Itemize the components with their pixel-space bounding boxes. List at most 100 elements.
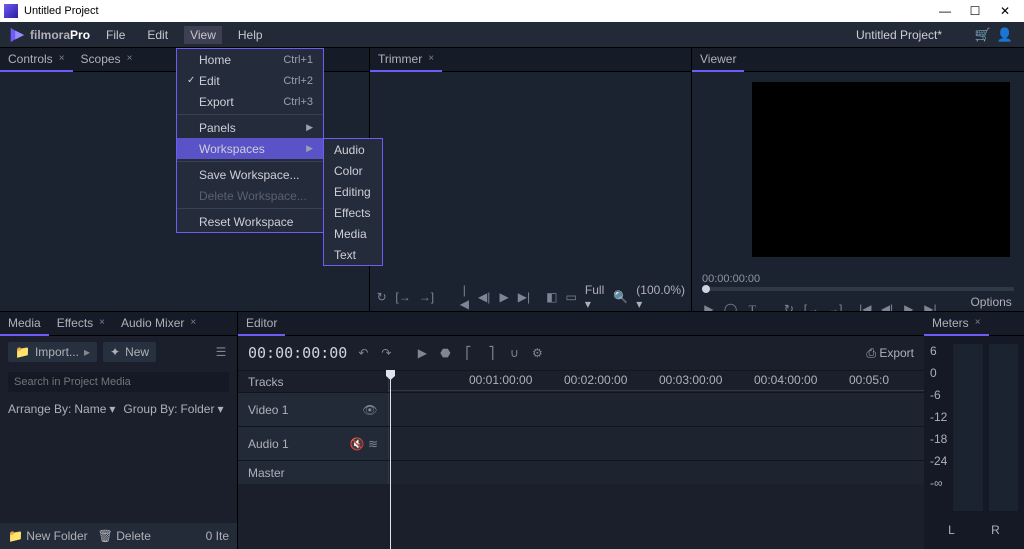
meter-bar-l xyxy=(953,344,982,511)
tab-viewer[interactable]: Viewer xyxy=(692,48,744,72)
user-icon[interactable]: 👤 xyxy=(994,27,1016,43)
ruler-mark: 00:01:00:00 xyxy=(469,373,532,387)
meter-bar-r xyxy=(989,344,1018,511)
meter-scale: 60-6 -12-18-24 -∞ xyxy=(930,344,947,511)
tab-trimmer[interactable]: Trimmer× xyxy=(370,48,442,72)
mute-icon[interactable]: 🔇 xyxy=(350,437,365,451)
window-minimize-button[interactable]: — xyxy=(930,4,960,18)
ws-audio[interactable]: Audio xyxy=(324,139,382,160)
close-icon[interactable]: × xyxy=(975,317,981,328)
viewer-scrubber[interactable] xyxy=(702,287,1014,291)
close-icon[interactable]: × xyxy=(59,53,65,64)
tab-scopes[interactable]: Scopes× xyxy=(73,48,141,72)
menu-view[interactable]: View xyxy=(184,26,222,44)
prev-frame-icon[interactable]: |◀ xyxy=(459,283,470,311)
plus-icon: ✦ xyxy=(110,345,120,359)
loop-icon[interactable]: ↻ xyxy=(376,290,387,304)
out-point-icon[interactable]: →] xyxy=(419,290,434,304)
close-icon[interactable]: × xyxy=(99,317,105,328)
new-folder-button[interactable]: 📁 New Folder xyxy=(8,529,88,543)
dd-workspaces[interactable]: Workspaces▶ xyxy=(177,138,323,159)
menu-edit[interactable]: Edit xyxy=(141,26,174,44)
import-button[interactable]: 📁Import...▸ xyxy=(8,342,97,362)
arrange-by-select[interactable]: Arrange By: Name ▾ xyxy=(8,402,115,416)
tab-effects[interactable]: Effects× xyxy=(49,312,113,336)
in-point-icon[interactable]: [→ xyxy=(395,290,410,304)
tag-icon[interactable]: ⬣ xyxy=(437,346,453,360)
ws-media[interactable]: Media xyxy=(324,223,382,244)
group-by-select[interactable]: Group By: Folder ▾ xyxy=(123,402,223,416)
tab-media[interactable]: Media xyxy=(0,312,49,336)
trimmer-toolbar: ↻ [→ →] |◀ ◀| ▶ ▶| ◧ ▭ Full ▾ 🔍 (100.0%)… xyxy=(370,283,691,311)
window-maximize-button[interactable]: ☐ xyxy=(960,4,990,18)
folder-icon: 📁 xyxy=(15,345,30,359)
tab-controls[interactable]: Controls× xyxy=(0,48,73,72)
view-mode[interactable]: Full ▾ xyxy=(585,283,605,311)
monitor-icon[interactable]: ▭ xyxy=(566,290,577,304)
dd-home[interactable]: HomeCtrl+1 xyxy=(177,49,323,70)
play-icon[interactable]: ▶ xyxy=(414,346,430,360)
dd-reset-workspace[interactable]: Reset Workspace xyxy=(177,211,323,232)
playhead[interactable] xyxy=(390,370,391,549)
close-icon[interactable]: × xyxy=(127,53,133,64)
window-title: Untitled Project xyxy=(24,5,930,17)
ws-effects[interactable]: Effects xyxy=(324,202,382,223)
list-view-icon[interactable]: ☰ xyxy=(213,345,229,359)
wave-icon[interactable]: ≋ xyxy=(368,437,378,451)
tab-audio-mixer[interactable]: Audio Mixer× xyxy=(113,312,204,336)
editor-timecode[interactable]: 00:00:00:00 xyxy=(248,344,347,362)
export-button[interactable]: ⎙ Export xyxy=(866,346,914,361)
ws-editing[interactable]: Editing xyxy=(324,181,382,202)
redo-icon[interactable]: ↷ xyxy=(378,346,394,360)
zoom-value[interactable]: (100.0%) ▾ xyxy=(636,283,685,311)
media-panel: Media Effects× Audio Mixer× 📁Import...▸ … xyxy=(0,312,238,549)
viewer-panel: Viewer 00:00:00:00 ▶ ◯ T ↻ [→ →] xyxy=(692,48,1024,311)
menu-help[interactable]: Help xyxy=(232,26,269,44)
ws-text[interactable]: Text xyxy=(324,244,382,265)
close-icon[interactable]: × xyxy=(428,53,434,64)
app-logo-icon xyxy=(8,26,26,44)
magnet-icon[interactable]: ∪ xyxy=(506,346,522,360)
next-frame-icon[interactable]: ▶| xyxy=(518,290,530,304)
trimmer-panel: Trimmer× ↻ [→ →] |◀ ◀| ▶ ▶| ◧ ▭ Full ▾ 🔍 xyxy=(370,48,692,311)
undo-icon[interactable]: ↶ xyxy=(355,346,371,360)
dd-panels[interactable]: Panels▶ xyxy=(177,117,323,138)
meters-panel: Meters× 60-6 -12-18-24 -∞ LR xyxy=(924,312,1024,549)
item-count: 0 Ite xyxy=(206,529,229,543)
timeline[interactable]: Tracks 00:01:00:00 00:02:00:00 00:03:00:… xyxy=(238,370,924,549)
dd-save-workspace[interactable]: Save Workspace... xyxy=(177,164,323,185)
tracks-label: Tracks xyxy=(248,375,284,389)
gear-icon[interactable]: ⚙ xyxy=(529,346,545,360)
window-titlebar: Untitled Project — ☐ ✕ xyxy=(0,0,1024,22)
close-icon[interactable]: × xyxy=(190,317,196,328)
bottom-row: Media Effects× Audio Mixer× 📁Import...▸ … xyxy=(0,311,1024,549)
menu-file[interactable]: File xyxy=(100,26,131,44)
dd-edit[interactable]: ✓EditCtrl+2 xyxy=(177,70,323,91)
brand: filmoraPro xyxy=(8,26,90,44)
dd-delete-workspace: Delete Workspace... xyxy=(177,185,323,206)
viewer-display[interactable] xyxy=(752,82,1010,257)
app-logo-small xyxy=(4,4,18,18)
track-master[interactable]: Master xyxy=(238,461,388,484)
new-button[interactable]: ✦New xyxy=(103,342,156,362)
snap-out-icon[interactable]: ⎤ xyxy=(483,346,499,360)
folder-icon: 📁 xyxy=(8,529,23,543)
quality-icon[interactable]: ◧ xyxy=(546,290,557,304)
trash-icon: 🗑 xyxy=(98,529,113,543)
cart-icon[interactable]: 🛒 xyxy=(972,27,994,43)
window-close-button[interactable]: ✕ xyxy=(990,4,1020,18)
dd-export[interactable]: ExportCtrl+3 xyxy=(177,91,323,112)
ruler-mark: 00:04:00:00 xyxy=(754,373,817,387)
zoom-icon[interactable]: 🔍 xyxy=(613,290,628,304)
search-input[interactable] xyxy=(8,372,229,392)
step-back-icon[interactable]: ◀| xyxy=(478,290,490,304)
eye-icon[interactable]: 👁 xyxy=(362,403,378,417)
track-audio1[interactable]: Audio 1🔇 ≋ xyxy=(238,427,388,460)
ws-color[interactable]: Color xyxy=(324,160,382,181)
snap-in-icon[interactable]: ⎡ xyxy=(460,346,476,360)
tab-meters[interactable]: Meters× xyxy=(924,312,989,336)
play-icon[interactable]: ▶ xyxy=(498,290,509,304)
tab-editor[interactable]: Editor xyxy=(238,312,285,336)
track-video1[interactable]: Video 1👁 xyxy=(238,393,388,426)
delete-button[interactable]: 🗑 Delete xyxy=(98,529,151,543)
